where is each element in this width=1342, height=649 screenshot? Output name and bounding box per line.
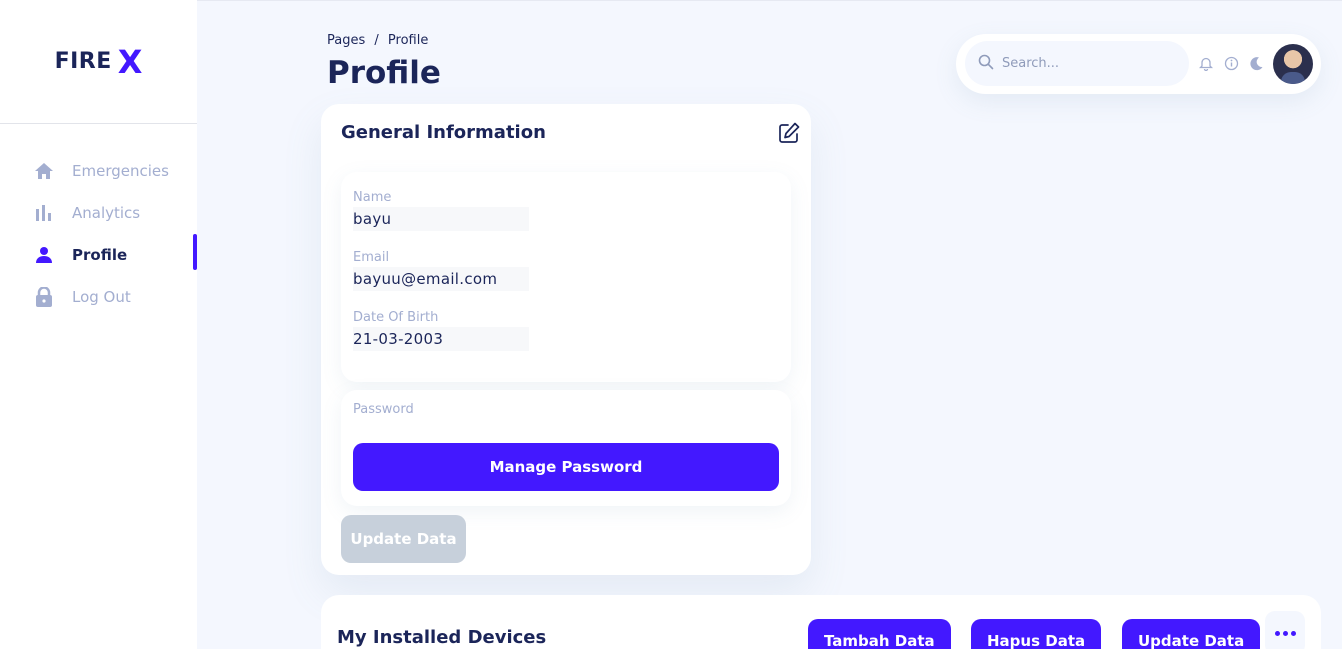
dot [1290,630,1296,636]
manage-password-button[interactable]: Manage Password [353,443,779,491]
installed-devices-card: My Installed Devices Tambah Data Hapus D… [321,595,1321,649]
password-label: Password [353,402,414,417]
sidebar-nav: Emergencies Analytics Profile Log Out [0,150,197,318]
update-data-button[interactable]: Update Data [341,515,466,563]
dob-label: Date Of Birth [353,310,439,325]
dot [1282,630,1288,636]
sidebar-item-analytics[interactable]: Analytics [0,192,197,234]
search-input[interactable] [1002,56,1172,71]
user-icon [34,245,54,265]
bar-chart-icon [34,203,54,223]
name-field[interactable]: bayu [353,207,529,231]
bell-icon[interactable] [1197,54,1215,72]
sidebar-item-emergencies[interactable]: Emergencies [0,150,197,192]
dob-field[interactable]: 21-03-2003 [353,327,529,351]
breadcrumb: Pages / Profile [327,33,428,48]
tambah-data-button[interactable]: Tambah Data [808,619,951,649]
edit-icon[interactable] [777,121,801,145]
sidebar-item-label: Log Out [72,288,131,306]
sidebar-item-profile[interactable]: Profile [0,234,197,276]
sidebar-item-logout[interactable]: Log Out [0,276,197,318]
more-options-icon[interactable] [1265,611,1305,649]
page-title: Profile [327,55,441,91]
email-field[interactable]: bayuu@email.com [353,267,529,291]
brand-logo[interactable]: FIRE X [0,0,197,124]
top-toolbar [956,34,1321,94]
breadcrumb-parent[interactable]: Pages [327,33,365,48]
hapus-data-button[interactable]: Hapus Data [971,619,1102,649]
breadcrumb-current: Profile [387,33,429,48]
password-panel: Password Manage Password [341,390,791,506]
logo-mark: X [117,42,143,81]
sidebar-item-label: Emergencies [72,162,169,180]
name-label: Name [353,190,392,205]
profile-fields-panel: Name bayu Email bayuu@email.com Date Of … [341,172,791,382]
active-indicator [193,234,197,270]
home-icon [34,161,54,181]
avatar[interactable] [1273,44,1313,84]
sidebar: FIRE X Emergencies Analytics Profile Log… [0,0,197,649]
sidebar-item-label: Analytics [72,204,141,222]
dot [1274,630,1280,636]
search-box [965,41,1189,86]
update-device-data-button[interactable]: Update Data [1122,619,1261,649]
search-icon [978,54,994,74]
general-information-card: General Information Name bayu Email bayu… [321,104,811,575]
top-border [0,0,1342,1]
moon-icon[interactable] [1247,54,1265,72]
lock-icon [34,287,54,307]
email-label: Email [353,250,390,265]
breadcrumb-separator: / [374,33,379,48]
sidebar-item-label: Profile [72,246,128,264]
info-icon[interactable] [1222,54,1240,72]
devices-title: My Installed Devices [337,627,547,648]
card-title: General Information [341,122,546,143]
logo-text: FIRE [54,49,112,74]
